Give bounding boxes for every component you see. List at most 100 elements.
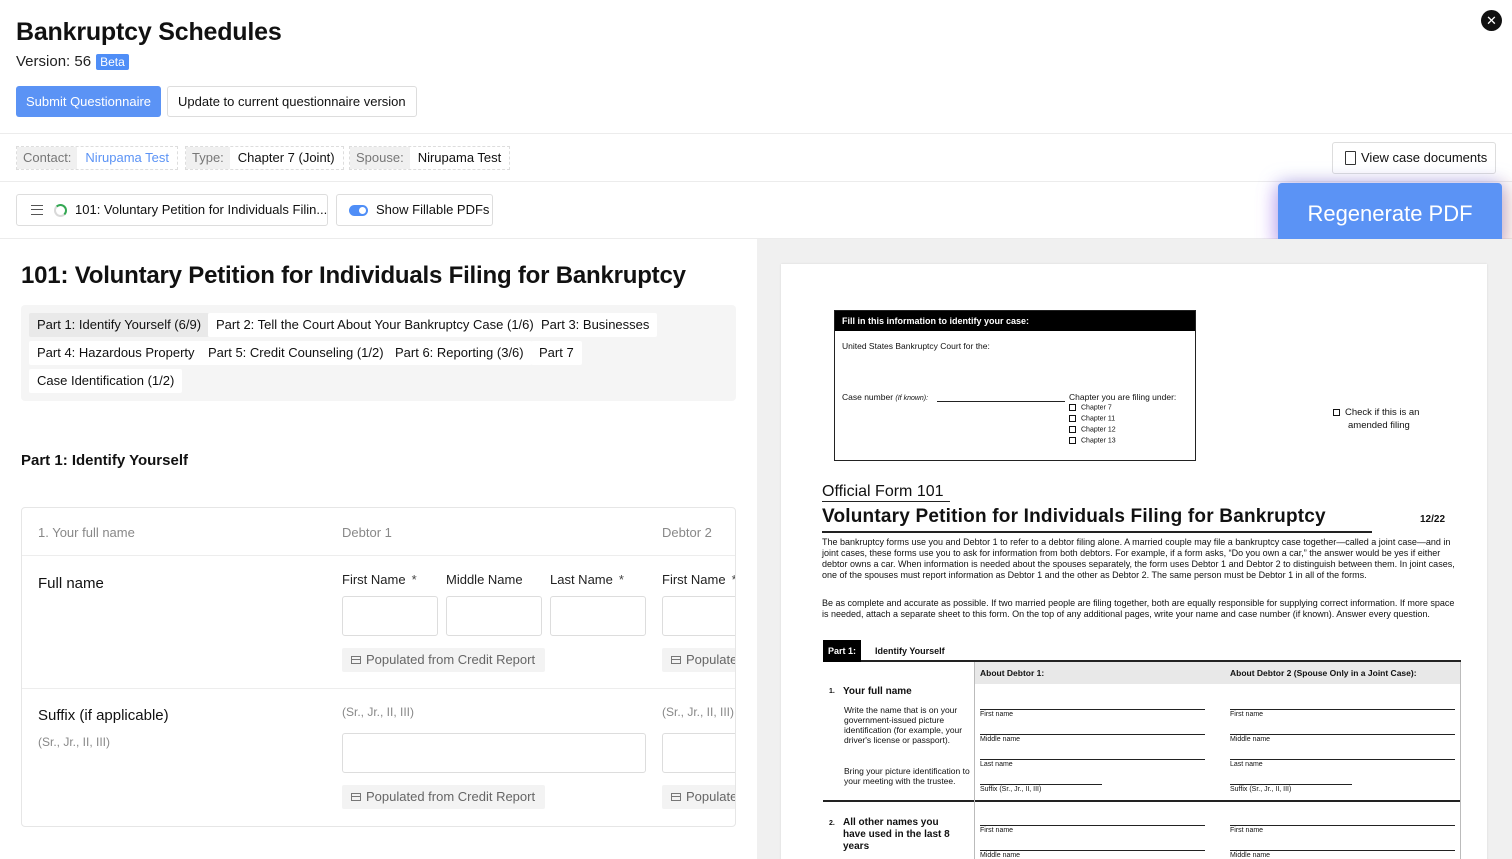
pdf-q2-d2-first-name: First name bbox=[1230, 827, 1264, 834]
pdf-amended-check: Check if this is an bbox=[1333, 407, 1419, 418]
pdf-case-number-line bbox=[937, 401, 1065, 402]
full-name-card: 1. Your full name Debtor 1 Debtor 2 Full… bbox=[21, 507, 736, 827]
pdf-about-debtor2: About Debtor 2 (Spouse Only in a Joint C… bbox=[1224, 662, 1461, 684]
pdf-case-number-label: Case number (If known): bbox=[842, 392, 929, 402]
loading-spinner-icon bbox=[54, 204, 67, 217]
tab-part-4[interactable]: Part 4: Hazardous Property bbox=[29, 341, 203, 365]
pdf-q2-title: All other names you have used in the las… bbox=[843, 817, 950, 852]
suffix-label: Suffix (if applicable) bbox=[38, 707, 169, 724]
tab-part-1[interactable]: Part 1: Identify Yourself (6/9) bbox=[29, 313, 210, 337]
pdf-q2-d1-first-name: First name bbox=[980, 827, 1014, 834]
pdf-intro-paragraph: The bankruptcy forms use you and Debtor … bbox=[822, 537, 1455, 580]
pdf-q2-d1-first-line bbox=[980, 825, 1205, 826]
pdf-chapter-label: Chapter you are filing under: bbox=[1069, 392, 1177, 402]
pdf-d1-middle-line bbox=[980, 734, 1205, 735]
debtor1-suffix-input[interactable] bbox=[342, 733, 646, 773]
pdf-court-label: United States Bankruptcy Court for the: bbox=[842, 341, 990, 351]
debtor1-last-name-label: Last Name * bbox=[550, 572, 624, 587]
suffix-row: Suffix (if applicable) (Sr., Jr., II, II… bbox=[22, 689, 735, 826]
pdf-q1-desc1: Write the name that is on your governmen… bbox=[844, 705, 963, 745]
version-text: Version: 56 bbox=[16, 53, 92, 70]
pdf-col-divider bbox=[974, 662, 975, 859]
debtor1-middle-name-input[interactable] bbox=[446, 596, 542, 636]
pdf-form-date: 12/22 bbox=[1420, 514, 1446, 525]
pdf-instructions-paragraph: Be as complete and accurate as possible.… bbox=[822, 598, 1455, 619]
list-icon bbox=[351, 793, 361, 801]
debtor1-header: Debtor 1 bbox=[342, 525, 392, 540]
debtor1-first-name-label: First Name * bbox=[342, 572, 417, 587]
question-label: 1. Your full name bbox=[38, 525, 135, 540]
pdf-d2-first-name: First name bbox=[1230, 711, 1264, 718]
pdf-chapter-7: Chapter 7 bbox=[1069, 404, 1112, 411]
list-icon bbox=[671, 656, 681, 664]
pdf-d2-first-line bbox=[1230, 709, 1455, 710]
modal-header: Bankruptcy Schedules Version: 56 Beta ✕ … bbox=[0, 0, 1512, 134]
pdf-q1-num: 1. bbox=[829, 688, 835, 695]
form-toolbar: 101: Voluntary Petition for Individuals … bbox=[0, 182, 1512, 245]
pdf-d2-middle-name: Middle name bbox=[1230, 736, 1271, 743]
document-icon bbox=[1345, 151, 1356, 165]
pdf-d1-last-name: Last name bbox=[980, 761, 1013, 768]
tab-case-identification[interactable]: Case Identification (1/2) bbox=[29, 369, 183, 393]
show-fillable-pdfs-toggle[interactable]: Show Fillable PDFs bbox=[336, 194, 493, 226]
debtor1-suffix-populated-badge: Populated from Credit Report bbox=[342, 785, 546, 809]
debtor1-first-name-input[interactable] bbox=[342, 596, 438, 636]
parts-nav: Part 1: Identify Yourself (6/9) Part 2: … bbox=[21, 305, 736, 401]
beta-badge: Beta bbox=[96, 53, 129, 70]
tab-part-2[interactable]: Part 2: Tell the Court About Your Bankru… bbox=[208, 313, 542, 337]
tab-part-7[interactable]: Part 7 bbox=[531, 341, 582, 365]
show-fillable-label: Show Fillable PDFs bbox=[376, 202, 490, 217]
debtor1-last-name-input[interactable] bbox=[550, 596, 646, 636]
suffix-hint: (Sr., Jr., II, III) bbox=[38, 735, 111, 749]
pdf-q2-d2-middle-name: Middle name bbox=[1230, 852, 1271, 859]
pdf-chapter-12: Chapter 12 bbox=[1069, 426, 1116, 433]
pdf-q1-desc2: Bring your picture identification to you… bbox=[844, 766, 970, 786]
toggle-switch-icon[interactable] bbox=[349, 205, 368, 216]
questionnaire-panel: 101: Voluntary Petition for Individuals … bbox=[0, 239, 757, 859]
tab-part-5[interactable]: Part 5: Credit Counseling (1/2) bbox=[200, 341, 392, 365]
pdf-title-underline bbox=[822, 531, 1372, 533]
regenerate-pdf-button[interactable]: Regenerate PDF bbox=[1278, 183, 1502, 245]
pdf-amended-line2: amended filing bbox=[1348, 420, 1410, 431]
pdf-box-heading: Fill in this information to identify you… bbox=[835, 311, 1195, 331]
form-selector[interactable]: 101: Voluntary Petition for Individuals … bbox=[16, 194, 328, 226]
debtor2-suffix-hint: (Sr., Jr., II, III) bbox=[662, 705, 735, 719]
pdf-q1-title: Your full name bbox=[843, 686, 912, 697]
pdf-d1-middle-name: Middle name bbox=[980, 736, 1021, 743]
update-version-button[interactable]: Update to current questionnaire version bbox=[167, 86, 417, 117]
pdf-part-name: Identify Yourself bbox=[875, 646, 945, 656]
pdf-q2-num: 2. bbox=[829, 820, 835, 827]
debtor1-suffix-hint: (Sr., Jr., II, III) bbox=[342, 705, 415, 719]
pdf-preview-panel[interactable]: Fill in this information to identify you… bbox=[757, 239, 1512, 859]
pdf-part-1-bar: Part 1: Identify Yourself bbox=[823, 640, 1461, 662]
debtor1-populated-badge: Populated from Credit Report bbox=[342, 648, 546, 672]
pdf-about-debtor1: About Debtor 1: bbox=[974, 662, 1224, 684]
pdf-q2-d2-first-line bbox=[1230, 825, 1455, 826]
pdf-form-number-underline bbox=[822, 501, 950, 502]
view-case-documents-button[interactable]: View case documents bbox=[1332, 142, 1496, 174]
pdf-q2-d1-middle-line bbox=[980, 850, 1205, 851]
contact-link[interactable]: Nirupama Test bbox=[77, 147, 177, 169]
form-selector-label: 101: Voluntary Petition for Individuals … bbox=[75, 202, 328, 217]
pdf-d2-suffix: Suffix (Sr., Jr., II, III) bbox=[1230, 786, 1292, 793]
debtor2-header: Debtor 2 bbox=[662, 525, 712, 540]
close-icon[interactable]: ✕ bbox=[1481, 10, 1502, 31]
pdf-chapter-13: Chapter 13 bbox=[1069, 437, 1116, 444]
menu-icon[interactable] bbox=[31, 205, 43, 215]
type-key: Type: bbox=[186, 147, 230, 169]
debtor2-suffix-input[interactable] bbox=[662, 733, 735, 773]
card-header-row: 1. Your full name Debtor 1 Debtor 2 bbox=[22, 508, 735, 556]
submit-questionnaire-button[interactable]: Submit Questionnaire bbox=[16, 86, 162, 117]
debtor2-first-name-input[interactable] bbox=[662, 596, 735, 636]
spouse-chip: Spouse: Nirupama Test bbox=[349, 146, 511, 170]
debtor2-first-name-label: First Name* bbox=[662, 572, 735, 587]
page-title: Bankruptcy Schedules bbox=[16, 18, 282, 46]
tab-part-6[interactable]: Part 6: Reporting (3/6) bbox=[387, 341, 532, 365]
spouse-value: Nirupama Test bbox=[417, 150, 502, 165]
pdf-q2-d2-middle-line bbox=[1230, 850, 1455, 851]
tab-part-3[interactable]: Part 3: Businesses bbox=[533, 313, 658, 337]
pdf-d2-last-line bbox=[1230, 759, 1455, 760]
pdf-q2-d1-middle-name: Middle name bbox=[980, 852, 1021, 859]
pdf-form-number: Official Form 101 bbox=[822, 483, 944, 500]
type-value: Chapter 7 (Joint) bbox=[237, 150, 335, 165]
